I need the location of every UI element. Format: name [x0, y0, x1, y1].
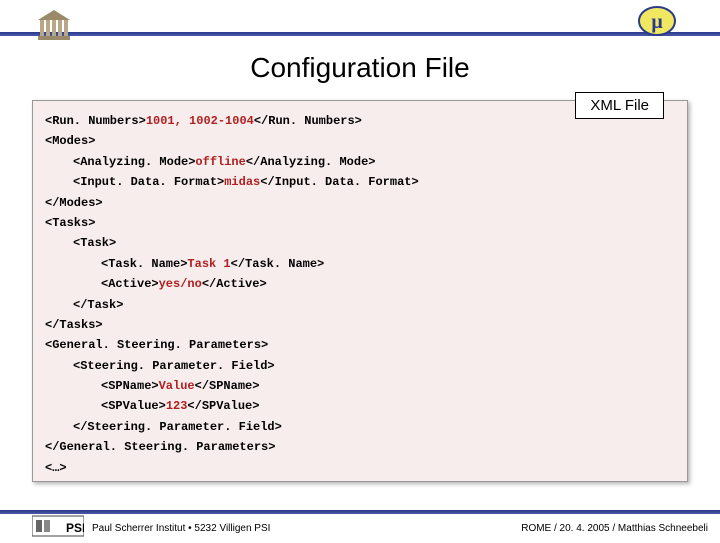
code-line: </Modes>: [45, 193, 675, 213]
code-line: <Modes>: [45, 131, 675, 151]
code-line: <SPValue>123</SPValue>: [45, 396, 675, 416]
footer-institution: Paul Scherrer Institut • 5232 Villigen P…: [92, 523, 270, 534]
xml-code-block: <Run. Numbers>1001, 1002-1004</Run. Numb…: [32, 100, 688, 482]
code-line: <Task. Name>Task 1</Task. Name>: [45, 254, 675, 274]
code-line: <Task>: [45, 233, 675, 253]
code-line: <SPName>Value</SPName>: [45, 376, 675, 396]
code-line: <Steering. Parameter. Field>: [45, 356, 675, 376]
code-line: </Tasks>: [45, 315, 675, 335]
code-line: <…>: [45, 458, 675, 478]
code-line: </Task>: [45, 295, 675, 315]
institution-logo-left: [36, 8, 72, 44]
slide-title: Configuration File: [0, 52, 720, 84]
footer-meta: ROME / 20. 4. 2005 / Matthias Schneebeli: [521, 523, 708, 534]
svg-text:μ: μ: [651, 11, 663, 33]
mu-logo-icon: μ: [636, 4, 678, 38]
code-line: <Analyzing. Mode>offline</Analyzing. Mod…: [45, 152, 675, 172]
xml-file-label: XML File: [575, 92, 664, 119]
code-line: <Tasks>: [45, 213, 675, 233]
code-line: </General. Steering. Parameters>: [45, 437, 675, 457]
footer-divider: [0, 510, 720, 514]
code-line: <Active>yes/no</Active>: [45, 274, 675, 294]
code-line: <Input. Data. Format>midas</Input. Data.…: [45, 172, 675, 192]
code-line: <General. Steering. Parameters>: [45, 335, 675, 355]
psi-logo-icon: PSI: [32, 514, 84, 538]
header-divider: [0, 32, 720, 36]
code-line: </Steering. Parameter. Field>: [45, 417, 675, 437]
svg-text:PSI: PSI: [66, 521, 84, 535]
